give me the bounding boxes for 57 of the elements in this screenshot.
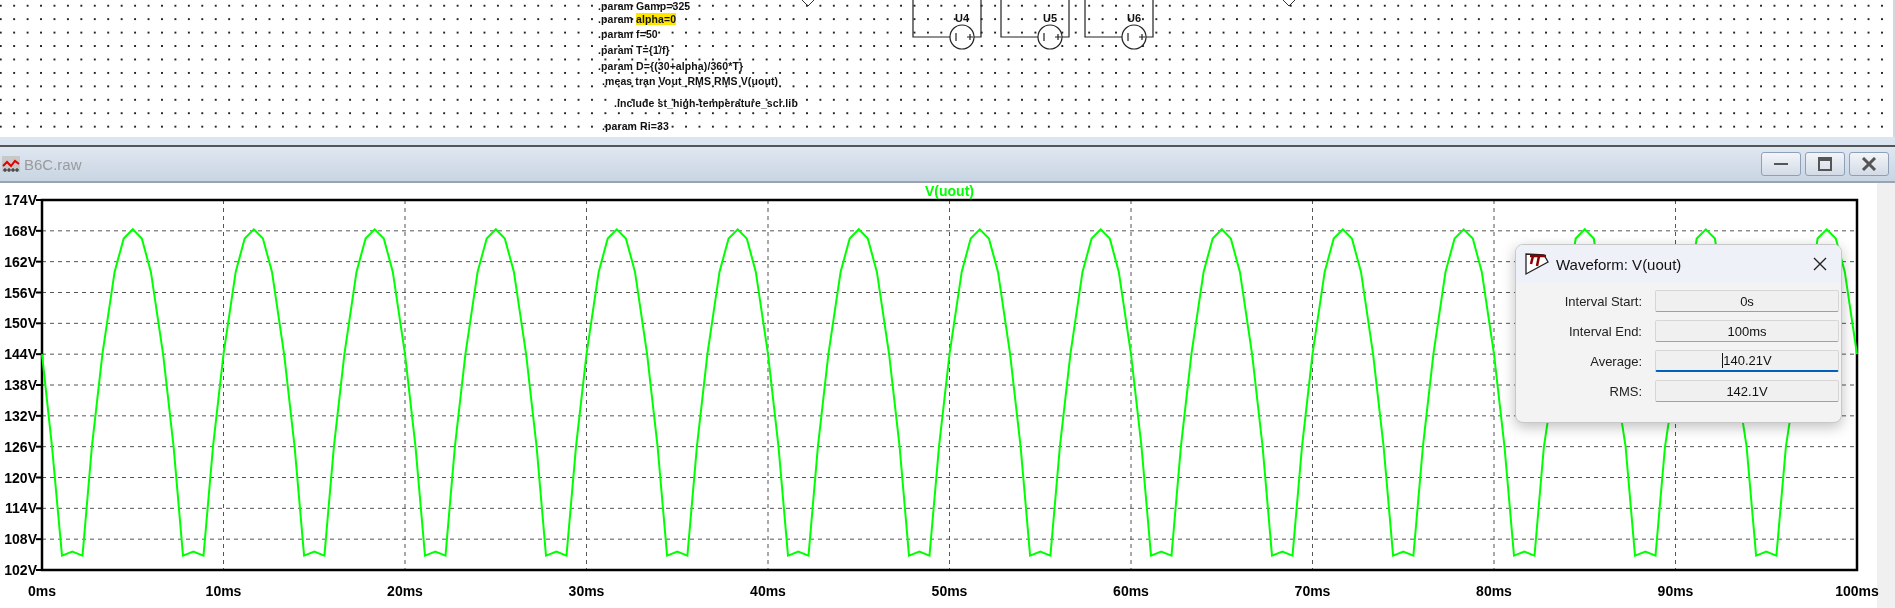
maximize-icon bbox=[1817, 157, 1833, 171]
field-label: Interval End: bbox=[1568, 323, 1642, 339]
y-axis-label: 132V bbox=[4, 407, 37, 424]
y-axis-label: 102V bbox=[4, 562, 37, 578]
x-axis-label: 30ms bbox=[568, 583, 605, 599]
x-axis-label: 100ms bbox=[1835, 583, 1879, 599]
waveform-window-icon bbox=[2, 155, 20, 173]
diamond-symbol-icon bbox=[1282, 0, 1296, 7]
y-axis-label: 156V bbox=[4, 284, 37, 301]
x-axis-label: 90ms bbox=[1657, 583, 1694, 599]
component-label: U5 bbox=[1041, 12, 1059, 25]
y-axis-label: 114V bbox=[5, 500, 37, 517]
y-axis-label: 108V bbox=[4, 531, 37, 548]
field-label: Average: bbox=[1589, 353, 1642, 369]
directive-text: .param D={(30+alpha)/360*T} bbox=[598, 60, 744, 72]
y-axis-label: 138V bbox=[4, 377, 37, 393]
dialog-title: Waveform: V(uout) bbox=[1556, 255, 1682, 273]
directive-text: .include st_high-temperature_scr.lib bbox=[614, 97, 798, 109]
diamond-symbol-icon bbox=[801, 0, 815, 7]
directive-text: .meas tran Vout_RMS RMS V(uout) bbox=[602, 75, 779, 87]
directive-text: .param Gamp=325 bbox=[598, 0, 691, 12]
close-button[interactable] bbox=[1849, 152, 1889, 176]
close-button[interactable] bbox=[1811, 255, 1829, 273]
trace-name: V(uout) bbox=[925, 183, 974, 199]
directive-text: .param alpha=0 bbox=[598, 13, 677, 25]
y-axis-label: 120V bbox=[4, 469, 37, 486]
close-icon bbox=[1861, 157, 1877, 171]
x-axis-label: 80ms bbox=[1476, 583, 1512, 599]
directive-text: .param T={1/f} bbox=[598, 44, 670, 56]
component-label: U4 bbox=[953, 12, 971, 25]
value-field[interactable]: 0s bbox=[1655, 290, 1839, 312]
component-label: U6 bbox=[1125, 12, 1143, 25]
x-axis-label: 70ms bbox=[1294, 583, 1331, 599]
y-axis-label: 144V bbox=[4, 346, 37, 363]
value-field[interactable]: 140.21V bbox=[1655, 350, 1839, 372]
x-axis-label: 50ms bbox=[931, 583, 968, 599]
directive-text: .param f=50 bbox=[598, 28, 658, 40]
maximize-button[interactable] bbox=[1805, 152, 1845, 176]
value-field[interactable]: 142.1V bbox=[1655, 380, 1839, 402]
x-axis-label: 0ms bbox=[28, 583, 56, 599]
y-axis-label: 150V bbox=[4, 315, 37, 332]
minimize-button[interactable] bbox=[1761, 152, 1801, 176]
y-axis-label: 126V bbox=[4, 438, 37, 455]
y-axis-label: 174V bbox=[4, 192, 37, 208]
x-axis-label: 20ms bbox=[387, 583, 423, 599]
directive-text: .param Ri=33 bbox=[602, 120, 669, 132]
x-axis-label: 10ms bbox=[205, 583, 242, 599]
window-title: B6C.raw bbox=[24, 155, 82, 173]
logo-flag-icon bbox=[1524, 252, 1550, 276]
value-field[interactable]: 100ms bbox=[1655, 320, 1839, 342]
x-axis-label: 40ms bbox=[750, 583, 786, 599]
field-label: RMS: bbox=[1608, 383, 1642, 399]
x-axis-label: 60ms bbox=[1113, 583, 1149, 599]
field-label: Interval Start: bbox=[1563, 293, 1642, 309]
y-axis-label: 162V bbox=[4, 253, 37, 270]
y-axis-label: 168V bbox=[4, 222, 37, 239]
splitter-bar[interactable] bbox=[0, 137, 1895, 147]
